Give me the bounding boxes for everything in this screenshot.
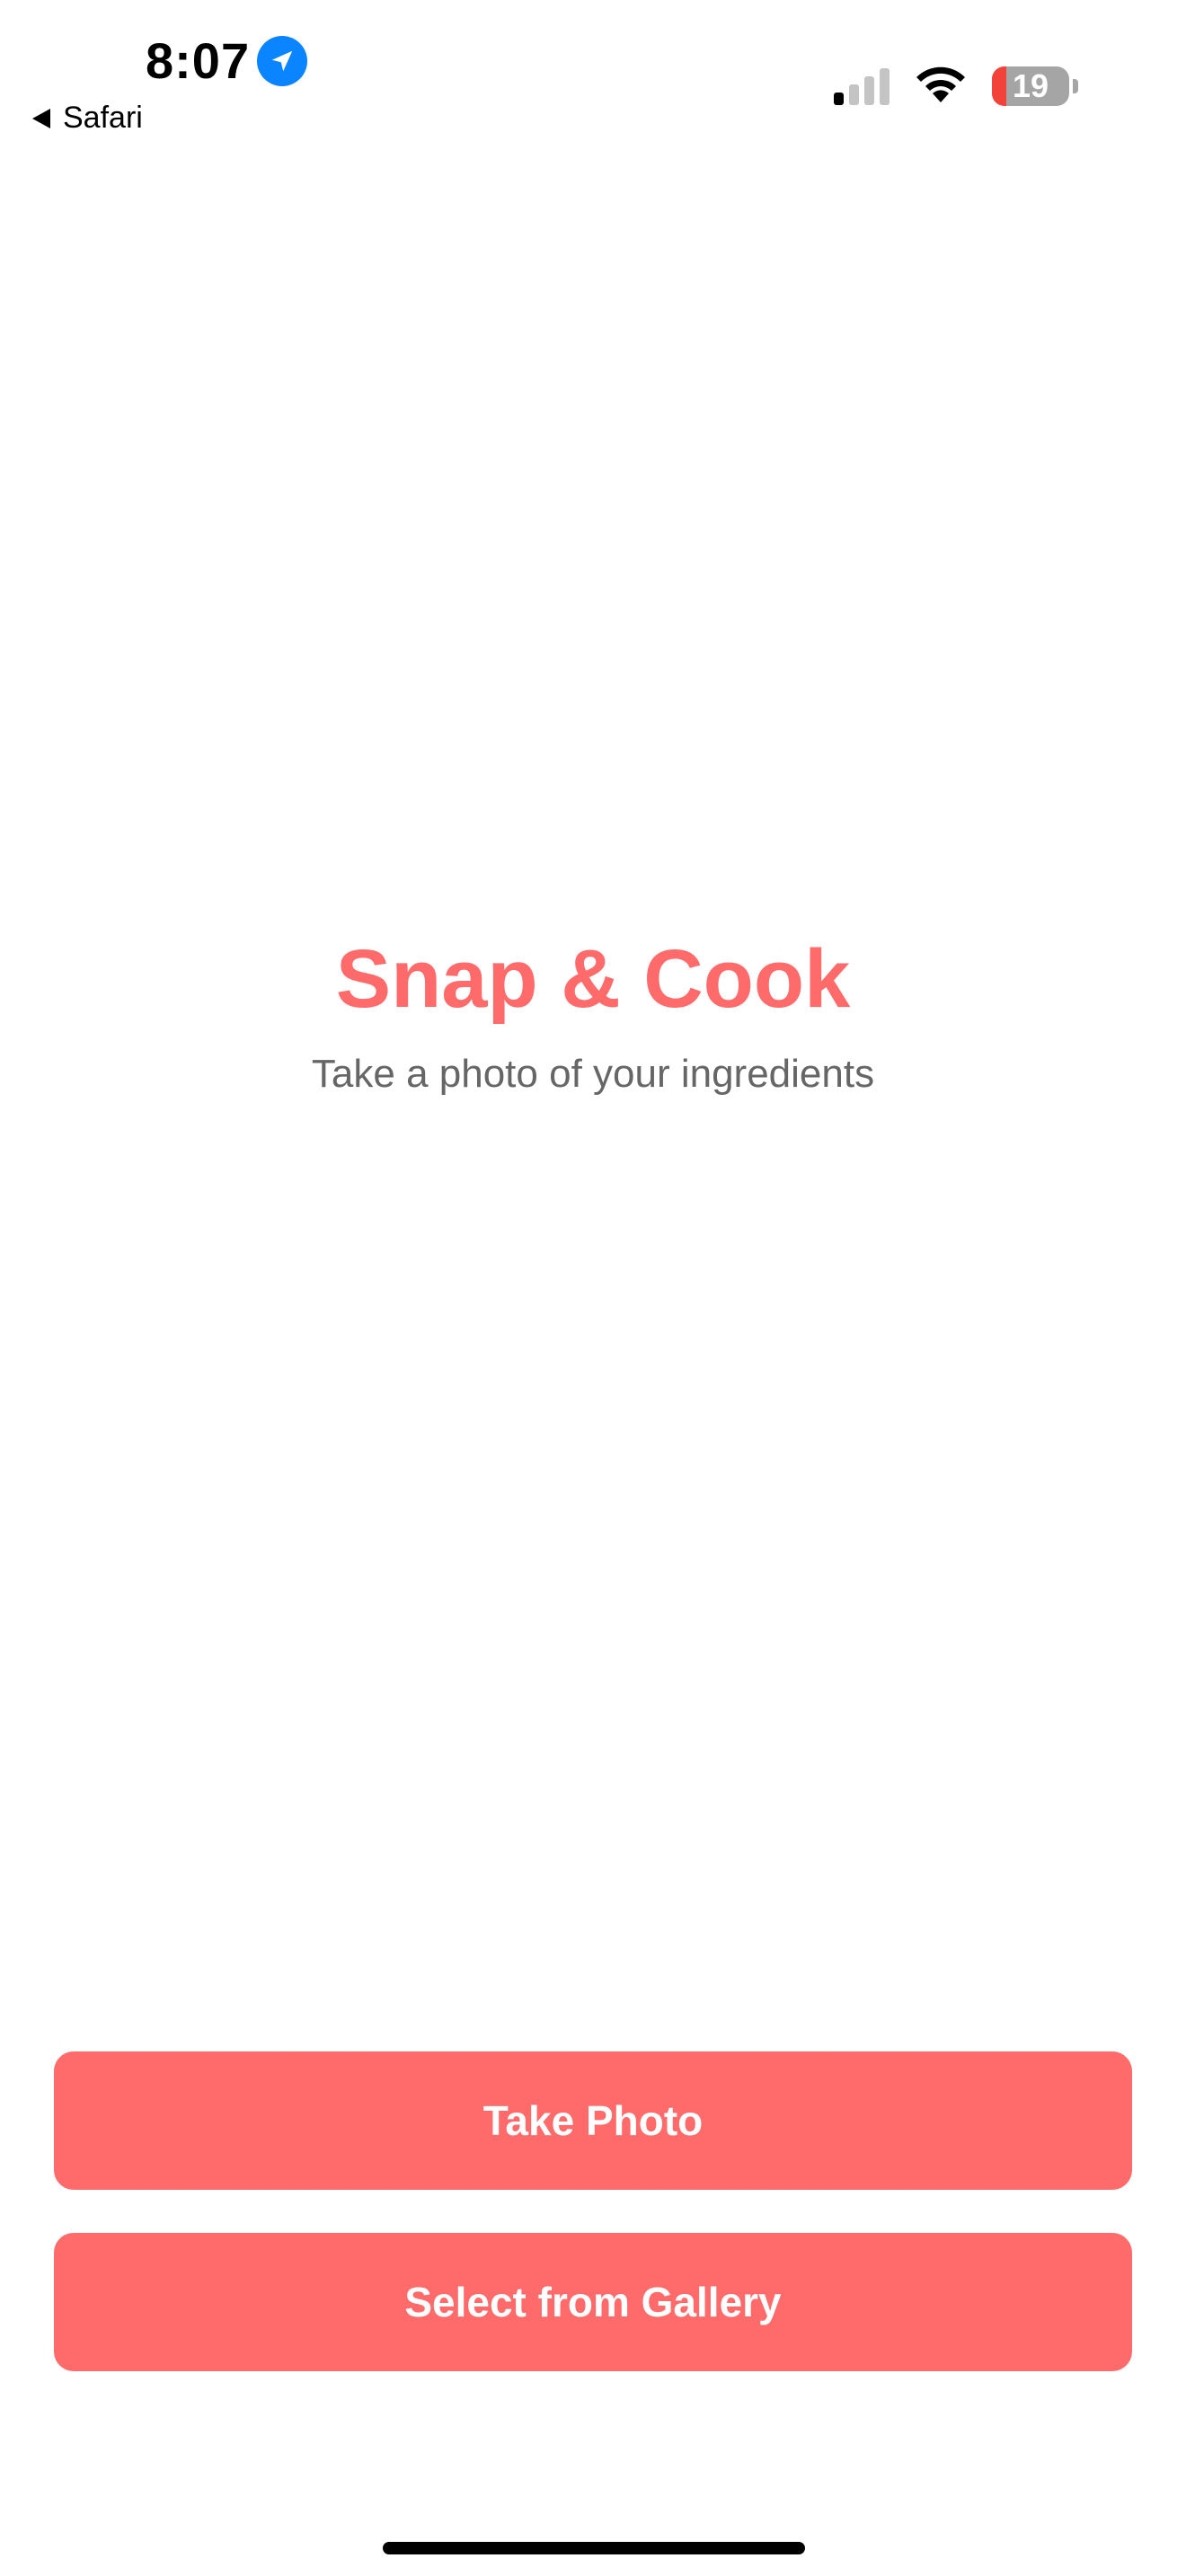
back-to-safari-button[interactable]: Safari [32,101,143,136]
battery-level: 19 [1012,66,1049,104]
battery-indicator: 19 [992,66,1078,106]
hero-section: Snap & Cook Take a photo of your ingredi… [0,933,1186,1097]
wifi-icon [913,63,969,109]
action-buttons: Take Photo Select from Gallery [54,2051,1132,2371]
location-arrow-icon [257,36,308,86]
home-indicator[interactable] [383,2542,805,2554]
battery-icon: 19 [992,66,1069,106]
app-title: Snap & Cook [335,933,851,1025]
app-subtitle: Take a photo of your ingredients [311,1052,875,1097]
battery-fill [992,66,1007,106]
select-from-gallery-button[interactable]: Select from Gallery [54,2233,1132,2371]
signal-bar [834,92,844,105]
time-group: 8:07 [146,32,308,89]
signal-bar [864,75,874,105]
back-app-label: Safari [63,101,143,135]
take-photo-button[interactable]: Take Photo [54,2051,1132,2190]
status-indicators: 19 [834,63,1078,109]
signal-bar [880,67,890,105]
cellular-signal-icon [834,67,890,105]
app-screen: 8:07 Safari 19 Snap & Cook Take a photo … [0,0,1186,2576]
battery-cap [1073,78,1078,93]
signal-bar [849,84,859,105]
status-bar: 8:07 Safari 19 [0,0,1186,144]
status-time: 8:07 [146,32,251,89]
back-arrow-icon [32,108,50,128]
